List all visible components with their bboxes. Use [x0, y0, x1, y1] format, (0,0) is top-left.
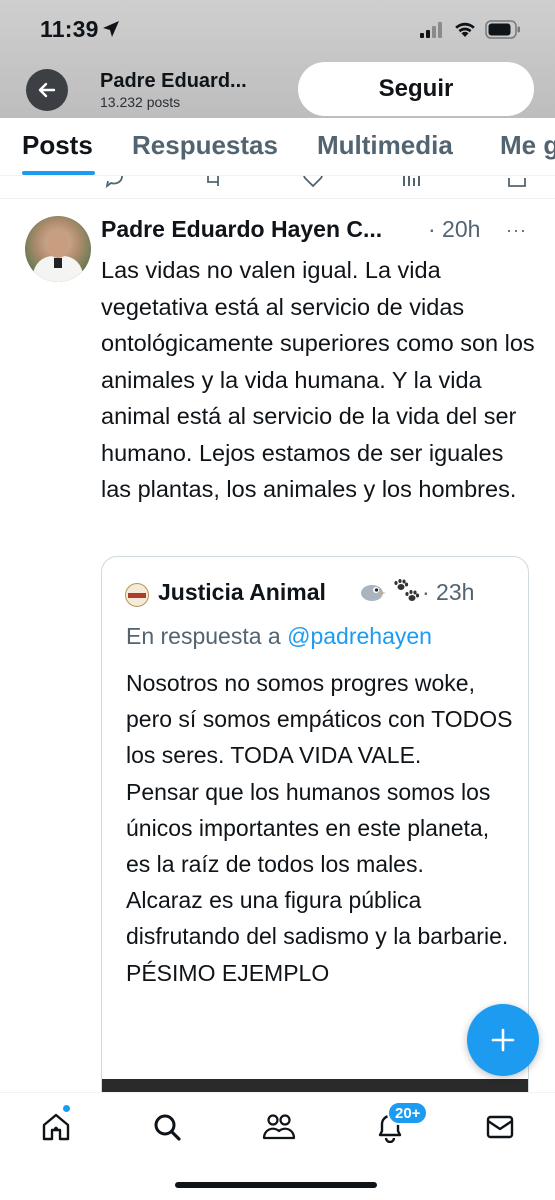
tab-me-gusta[interactable]: Me g	[500, 130, 555, 161]
more-options-icon[interactable]: ···	[506, 220, 527, 241]
status-time: 11:39	[40, 16, 99, 42]
tab-multimedia[interactable]: Multimedia	[317, 130, 453, 161]
back-button[interactable]	[26, 69, 68, 111]
quoted-tweet[interactable]: Justicia Animal · 23h En respuesta a @pa…	[101, 556, 529, 1116]
quote-author-avatar	[125, 583, 149, 607]
paw-prints-icon	[394, 579, 420, 601]
previous-tweet-actions	[0, 176, 555, 190]
quote-text: Nosotros no somos progres woke, pero sí …	[126, 670, 513, 986]
avatar-head	[47, 230, 69, 258]
post-count: 13.232 posts	[100, 94, 181, 110]
profile-banner: 11:39 Padre Eduard... 13.232 posts Segui…	[0, 0, 555, 118]
profile-name: Padre Eduard...	[100, 70, 247, 92]
mail-icon	[486, 1115, 514, 1139]
nav-search[interactable]	[147, 1107, 187, 1147]
like-icon[interactable]	[302, 176, 324, 188]
battery-icon	[485, 20, 520, 39]
compose-button[interactable]	[467, 1004, 539, 1076]
follow-button[interactable]: Seguir	[298, 62, 534, 116]
profile-tabs: Posts Respuestas Multimedia Me g	[0, 118, 555, 176]
bird-emoji-icon	[361, 585, 386, 601]
home-new-dot	[62, 1104, 71, 1113]
notifications-badge: 20+	[387, 1101, 429, 1125]
views-icon[interactable]	[401, 176, 423, 188]
reply-prefix: En respuesta a	[126, 623, 288, 649]
share-icon[interactable]	[506, 176, 528, 188]
author-avatar[interactable]	[25, 216, 91, 282]
repost-icon[interactable]	[203, 176, 225, 188]
tweet-author-name[interactable]: Padre Eduardo Hayen C...	[101, 216, 431, 243]
quote-timestamp: · 23h	[422, 579, 475, 605]
avatar-collar	[54, 258, 62, 268]
tweet-timestamp[interactable]: · 20h	[428, 216, 480, 243]
search-icon	[154, 1114, 181, 1141]
reply-icon[interactable]	[103, 176, 125, 188]
cellular-signal-icon	[420, 22, 442, 38]
plus-icon	[491, 1028, 515, 1052]
tweet-divider	[0, 198, 555, 199]
home-indicator	[175, 1182, 377, 1188]
reply-handle-link[interactable]: @padrehayen	[287, 623, 432, 649]
location-arrow-icon	[103, 21, 119, 37]
arrow-left-icon	[38, 82, 56, 98]
nav-messages[interactable]	[480, 1107, 520, 1147]
wifi-icon	[455, 22, 475, 37]
nav-communities[interactable]	[259, 1107, 299, 1147]
quote-author-name: Justicia Animal	[158, 579, 326, 605]
tab-respuestas[interactable]: Respuestas	[132, 130, 278, 161]
active-tab-indicator	[22, 171, 95, 175]
quote-reply-context: En respuesta a @padrehayen	[126, 623, 432, 650]
status-bar: 11:39	[0, 0, 555, 60]
tweet-text: Las vidas no valen igual. La vida vegeta…	[101, 257, 535, 502]
communities-icon	[262, 1114, 296, 1140]
nav-home[interactable]	[36, 1107, 76, 1147]
tab-posts[interactable]: Posts	[22, 130, 93, 161]
home-icon	[42, 1113, 70, 1141]
